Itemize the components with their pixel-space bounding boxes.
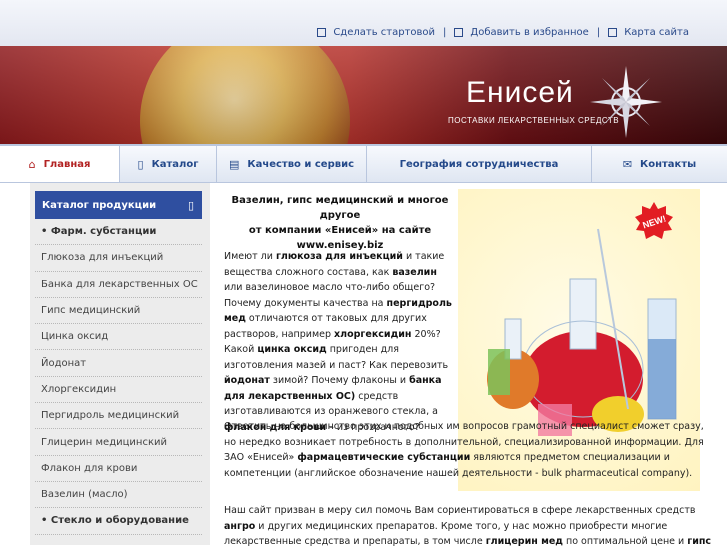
sidebar-item-chlorhexidine[interactable]: Хлоргексидин — [35, 377, 202, 404]
nav-tab-geography[interactable]: География сотрудничества — [367, 146, 592, 182]
text: зимой? Почему флаконы и — [269, 375, 410, 386]
keyword-link[interactable]: ангро — [224, 521, 255, 532]
sitemap-icon — [608, 28, 618, 37]
keyword-link[interactable]: гипс — [687, 536, 711, 547]
sidebar-item-pharm-substances[interactable]: • Фарм. субстанции — [35, 219, 202, 246]
header-banner: Енисей ПОСТАВКИ ЛЕКАРСТВЕННЫХ СРЕДСТВ — [0, 46, 727, 144]
main-navigation: ⌂ Главная ▯ Каталог ▤ Качество и сервис … — [0, 144, 727, 183]
text: по оптимальной цене и — [562, 536, 688, 547]
text: Имеют ли — [224, 251, 276, 262]
sidebar-item-iodonate[interactable]: Йодонат — [35, 350, 202, 377]
sidebar-item-glucose[interactable]: Глюкоза для инъекций — [35, 245, 202, 272]
home-icon: ⌂ — [28, 157, 36, 171]
sidebar-item-perhydrol[interactable]: Пергидроль медицинский — [35, 403, 202, 430]
sidebar-item-glass-equipment[interactable]: • Стекло и оборудование — [35, 508, 202, 535]
keyword-link[interactable]: хлоргексидин — [334, 329, 411, 340]
nav-tab-label: География сотрудничества — [399, 158, 559, 170]
sidebar-item-gypsum[interactable]: Гипс медицинский — [35, 298, 202, 325]
set-homepage-label: Сделать стартовой — [333, 27, 436, 38]
nav-tab-label: Качество и сервис — [247, 158, 354, 170]
new-badge-icon: NEW! — [635, 202, 673, 239]
sidebar-title-label: Каталог продукции — [42, 199, 157, 211]
nav-tab-label: Каталог — [151, 158, 199, 170]
intro-line-2: от компании «Енисей» на сайте — [248, 225, 432, 236]
paragraph-2: Ответить на большинство этих и подобных … — [224, 419, 714, 481]
nav-tab-label: Контакты — [640, 158, 697, 170]
nav-tab-quality[interactable]: ▤ Качество и сервис — [217, 146, 367, 182]
divider: | — [596, 27, 601, 38]
catalog-sidebar: Каталог продукции ▯ • Фарм. субстанции Г… — [30, 183, 210, 545]
set-homepage-link[interactable]: Сделать стартовой — [317, 27, 435, 38]
utility-links: Сделать стартовой | Добавить в избранное… — [317, 27, 689, 38]
book-icon: ▯ — [137, 157, 144, 171]
keyword-link[interactable]: глицерин мед — [486, 536, 563, 547]
keyword-link[interactable]: фармацевтические субстанции — [297, 452, 470, 463]
keyword-link[interactable]: цинка оксид — [257, 344, 326, 355]
keyword-link[interactable]: глюкоза для инъекций — [276, 251, 403, 262]
divider: | — [443, 27, 447, 38]
favorites-icon — [454, 28, 464, 37]
intro-heading: Вазелин, гипс медицинский и многое друго… — [224, 193, 456, 253]
nav-tab-home[interactable]: ⌂ Главная — [0, 146, 120, 182]
sitemap-label: Карта сайта — [624, 27, 689, 38]
text: Наш сайт призван в меру сил помочь Вам с… — [224, 505, 696, 516]
add-favorites-link[interactable]: Добавить в избранное — [454, 27, 589, 38]
paragraph-1: Имеют ли глюкоза для инъекций и такие ве… — [224, 249, 458, 435]
sidebar-item-blood-vial[interactable]: Флакон для крови — [35, 456, 202, 482]
sidebar-item-glycerin[interactable]: Глицерин медицинский — [35, 429, 202, 456]
sitemap-link[interactable]: Карта сайта — [608, 27, 689, 38]
document-icon: ▤ — [229, 157, 240, 171]
nav-tab-contacts[interactable]: ✉ Контакты — [592, 146, 727, 182]
sidebar-item-vaseline[interactable]: Вазелин (масло) — [35, 482, 202, 509]
home-page-icon — [317, 28, 327, 37]
nav-tab-label: Главная — [43, 158, 91, 170]
book-icon: ▯ — [187, 199, 194, 212]
compass-star-icon — [590, 66, 662, 138]
sidebar-list: • Фарм. субстанции Глюкоза для инъекций … — [35, 219, 202, 535]
add-favorites-label: Добавить в избранное — [470, 27, 589, 38]
main-content: NEW! Вазелин, гипс медицинский и многое … — [214, 183, 727, 547]
sidebar-title: Каталог продукции ▯ — [35, 191, 202, 219]
intro-line-1: Вазелин, гипс медицинский и многое друго… — [231, 195, 449, 221]
sidebar-item-jar[interactable]: Банка для лекарственных ОС — [35, 272, 202, 298]
keyword-link[interactable]: вазелин — [392, 267, 437, 278]
keyword-link[interactable]: йодонат — [224, 375, 270, 386]
mail-icon: ✉ — [622, 157, 633, 171]
brand-logo-text[interactable]: Енисей — [466, 76, 574, 110]
top-utility-bar: Сделать стартовой | Добавить в избранное… — [0, 0, 727, 46]
sidebar-item-zinc-oxide[interactable]: Цинка оксид — [35, 324, 202, 351]
paragraph-3: Наш сайт призван в меру сил помочь Вам с… — [224, 503, 714, 550]
nav-tab-catalog[interactable]: ▯ Каталог — [120, 146, 217, 182]
